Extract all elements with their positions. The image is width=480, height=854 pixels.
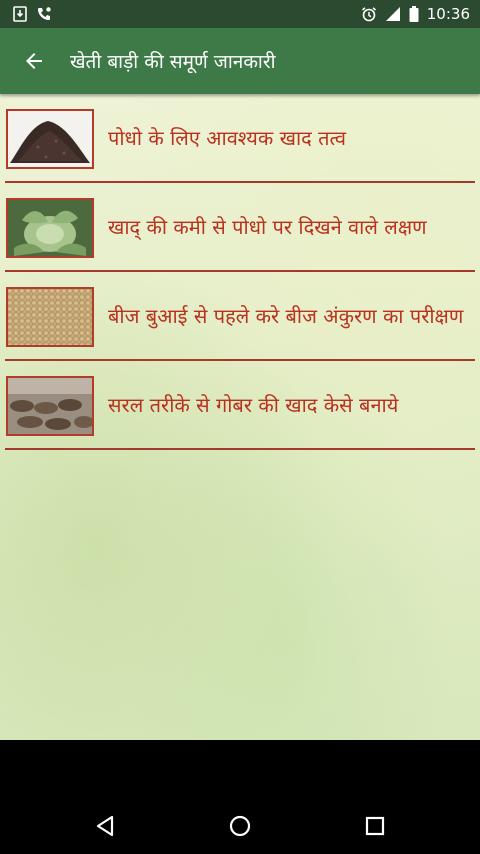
nav-recents-button[interactable] [351, 802, 399, 850]
alarm-icon [361, 6, 377, 22]
dung-cakes-image [6, 375, 94, 436]
divider [5, 448, 475, 450]
status-left-icons [12, 6, 52, 22]
content-list: पोधो के लिए आवश्यक खाद तत्व खाद् की कमी … [0, 94, 480, 740]
soil-image [6, 108, 94, 169]
navigation-bar [0, 740, 480, 854]
recents-square-icon [364, 815, 386, 837]
list-item-label: सरल तरीके से गोबर की खाद केसे बनाये [108, 393, 399, 417]
back-button[interactable] [6, 33, 62, 89]
list-item[interactable]: सरल तरीके से गोबर की खाद केसे बनाये [0, 361, 480, 450]
arrow-back-icon [22, 49, 46, 73]
download-icon [12, 6, 28, 22]
battery-icon [409, 6, 419, 22]
app-bar: खेती बाड़ी की समूर्ण जानकारी [0, 28, 480, 94]
page-title: खेती बाड़ी की समूर्ण जानकारी [70, 51, 276, 73]
status-right-icons: 10:36 [361, 5, 470, 23]
list-item-label: बीज बुआई से पहले करे बीज अंकुरण का परीक्… [108, 304, 464, 328]
phone-icon [36, 6, 52, 22]
list-item[interactable]: खाद् की कमी से पोधो पर दिखने वाले लक्षण [0, 183, 480, 272]
list-item-label: पोधो के लिए आवश्यक खाद तत्व [108, 126, 346, 150]
cabbage-image [6, 197, 94, 258]
signal-icon [385, 6, 401, 22]
home-circle-icon [228, 814, 252, 838]
nav-home-button[interactable] [216, 802, 264, 850]
status-time: 10:36 [426, 5, 470, 23]
list-item[interactable]: बीज बुआई से पहले करे बीज अंकुरण का परीक्… [0, 272, 480, 361]
status-bar: 10:36 [0, 0, 480, 28]
list-item-label: खाद् की कमी से पोधो पर दिखने वाले लक्षण [108, 215, 427, 239]
nav-back-button[interactable] [81, 802, 129, 850]
list-item[interactable]: पोधो के लिए आवश्यक खाद तत्व [0, 94, 480, 183]
seeds-image [6, 286, 94, 347]
back-triangle-icon [94, 814, 116, 838]
